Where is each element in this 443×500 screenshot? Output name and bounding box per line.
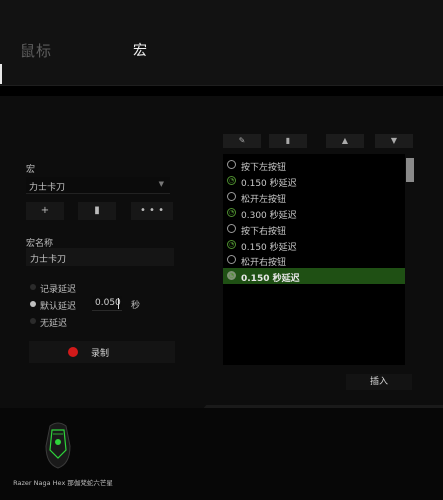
radio-icon bbox=[30, 284, 36, 290]
clock-icon: ◔ bbox=[227, 239, 236, 249]
edit-event-button[interactable]: ✎ bbox=[223, 134, 261, 148]
event-row[interactable]: ◔ 0.150 秒延迟 bbox=[223, 268, 406, 285]
event-row[interactable]: 按下右按钮 bbox=[223, 221, 406, 237]
event-label: 0.300 秒延迟 bbox=[241, 210, 297, 221]
mouse-device-icon[interactable] bbox=[40, 420, 76, 470]
event-label: 按下左按钮 bbox=[241, 163, 287, 173]
add-macro-button[interactable]: + bbox=[26, 202, 64, 220]
event-row[interactable]: 按下左按钮 bbox=[223, 157, 406, 173]
tab-macro[interactable]: 宏 bbox=[133, 40, 148, 60]
event-row[interactable]: ◔ 0.150 秒延迟 bbox=[223, 173, 406, 189]
mouse-icon bbox=[227, 223, 236, 233]
radio-record-delay-label: 记录延迟 bbox=[40, 285, 77, 295]
delay-value: 0.050 bbox=[95, 298, 121, 308]
event-label: 0.150 秒延迟 bbox=[241, 242, 297, 253]
tab-mouse[interactable]: 鼠标 bbox=[20, 40, 52, 61]
macro-event-list: 按下左按钮 ◔ 0.150 秒延迟 松开左按钮 ◔ 0.300 秒延迟 按下右按钮 ◔ 0.15… bbox=[223, 154, 415, 365]
delete-event-button[interactable]: ▮ bbox=[269, 134, 307, 148]
scrollbar-track[interactable] bbox=[405, 154, 415, 365]
clock-icon: ◔ bbox=[227, 271, 236, 281]
event-label: 按下右按钮 bbox=[241, 226, 287, 237]
event-row[interactable]: ◔ 0.150 秒延迟 bbox=[223, 237, 406, 253]
macro-label: 宏 bbox=[26, 165, 36, 175]
macro-name-value: 力士卡刀 bbox=[30, 255, 67, 265]
scrollbar-thumb[interactable] bbox=[406, 158, 414, 182]
mouse-icon bbox=[227, 191, 236, 201]
top-bar: 鼠标 宏 bbox=[0, 0, 443, 86]
record-button[interactable]: 录制 bbox=[29, 341, 175, 363]
active-edge-marker bbox=[0, 64, 2, 84]
event-row[interactable]: 松开左按钮 bbox=[223, 189, 406, 205]
event-row[interactable]: ◔ 0.300 秒延迟 bbox=[223, 205, 406, 221]
macro-select-value: 力士卡刀 bbox=[29, 183, 66, 193]
event-label: 0.150 秒延迟 bbox=[241, 274, 300, 285]
macro-name-input[interactable]: 力士卡刀 bbox=[26, 248, 174, 266]
record-label: 录制 bbox=[91, 349, 110, 359]
delete-macro-button[interactable]: ▮ bbox=[78, 202, 116, 220]
radio-selected-icon bbox=[30, 301, 36, 307]
event-row[interactable]: 松开右按钮 bbox=[223, 252, 406, 268]
move-down-button[interactable]: ▼ bbox=[375, 134, 413, 148]
event-label: 松开右按钮 bbox=[241, 258, 287, 269]
device-name: Razer Naga Hex 那伽梵蛇六芒星 bbox=[13, 479, 113, 487]
delay-input[interactable]: 0.050 bbox=[92, 296, 122, 311]
radio-no-delay-label: 无延迟 bbox=[40, 319, 68, 329]
clock-icon: ◔ bbox=[227, 175, 236, 185]
text-cursor bbox=[118, 298, 119, 309]
insert-button[interactable]: 插入 bbox=[346, 374, 412, 390]
event-label: 松开左按钮 bbox=[241, 194, 287, 205]
clock-icon: ◔ bbox=[227, 207, 236, 217]
delay-unit: 秒 bbox=[131, 301, 141, 311]
mouse-icon bbox=[227, 160, 236, 169]
chevron-down-icon: ▼ bbox=[158, 180, 164, 188]
record-icon bbox=[68, 347, 78, 357]
event-label: 0.150 秒延迟 bbox=[241, 178, 297, 189]
radio-default-delay-label: 默认延迟 bbox=[40, 302, 77, 312]
radio-icon bbox=[30, 318, 36, 324]
move-up-button[interactable]: ▲ bbox=[326, 134, 364, 148]
mouse-icon bbox=[227, 255, 236, 265]
macro-select[interactable]: 力士卡刀 ▼ bbox=[26, 177, 170, 194]
more-options-button[interactable]: • • • bbox=[131, 202, 173, 220]
